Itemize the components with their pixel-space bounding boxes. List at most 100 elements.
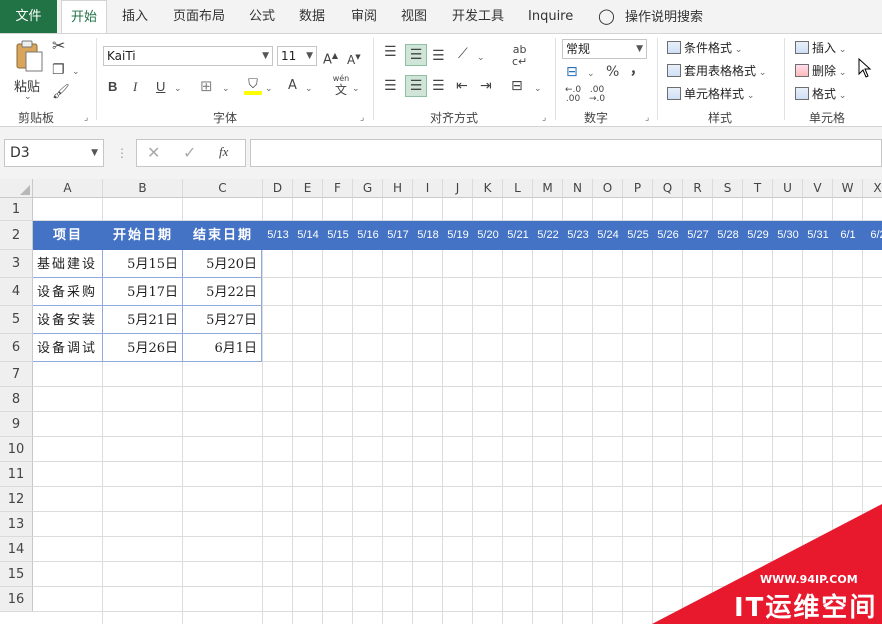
font-color-icon[interactable]: A (288, 78, 297, 94)
decrease-font-icon[interactable]: A▼ (347, 49, 361, 68)
row-header[interactable]: 15 (0, 562, 33, 587)
column-header[interactable]: K (473, 179, 503, 198)
chevron-down-icon[interactable]: ⌄ (222, 81, 230, 97)
cell-start[interactable]: 5月21日 (103, 308, 183, 333)
select-all-button[interactable] (0, 179, 33, 198)
enter-icon[interactable]: ✓ (183, 143, 196, 162)
row-header[interactable]: 4 (0, 278, 33, 306)
date-header-cell[interactable]: 5/23 (563, 221, 593, 250)
row-header[interactable]: 13 (0, 512, 33, 537)
align-top-icon[interactable]: ☰ (384, 44, 397, 60)
cell-end[interactable]: 6月1日 (183, 336, 262, 361)
format-painter-icon[interactable]: 🖌 (52, 84, 70, 100)
row-header[interactable]: 5 (0, 306, 33, 334)
cell-end[interactable]: 5月27日 (183, 308, 262, 333)
name-box[interactable]: D3 ▼ (4, 139, 104, 167)
column-header[interactable]: H (383, 179, 413, 198)
date-header-cell[interactable]: 5/26 (653, 221, 683, 250)
row-header[interactable]: 1 (0, 198, 33, 221)
tab-view[interactable]: 视图 (401, 0, 427, 33)
merge-center-icon[interactable]: ⊟ (511, 78, 523, 94)
date-header-cell[interactable]: 5/13 (263, 221, 293, 250)
column-header[interactable]: V (803, 179, 833, 198)
conditional-format-button[interactable]: 条件格式 ⌄ (667, 39, 742, 59)
column-header[interactable]: E (293, 179, 323, 198)
chevron-down-icon[interactable]: ⌄ (305, 81, 313, 97)
column-header[interactable]: J (443, 179, 473, 198)
phonetic-icon[interactable]: wén 文 (330, 74, 352, 97)
cancel-icon[interactable]: ✕ (147, 143, 160, 162)
column-header[interactable]: L (503, 179, 533, 198)
chevron-down-icon[interactable]: ⌄ (265, 81, 273, 97)
increase-decimal-icon[interactable]: ←.0.00 (565, 86, 581, 104)
date-header-cell[interactable]: 5/16 (353, 221, 383, 250)
orientation-icon[interactable]: ⟋ (458, 46, 468, 62)
column-header[interactable]: O (593, 179, 623, 198)
cell-item[interactable]: 设备安装 (33, 308, 103, 333)
bold-button[interactable]: B (108, 79, 117, 95)
column-header[interactable]: G (353, 179, 383, 198)
insert-function-button[interactable]: fx (219, 144, 228, 160)
date-header-cell[interactable]: 5/14 (293, 221, 323, 250)
header-item[interactable]: 项目 (33, 221, 103, 250)
italic-button[interactable]: I (133, 79, 137, 95)
date-header-cell[interactable]: 5/30 (773, 221, 803, 250)
decrease-decimal-icon[interactable]: .00 →.0 (589, 86, 605, 104)
chevron-down-icon[interactable]: ⌄ (72, 64, 80, 80)
align-left-icon[interactable]: ☰ (384, 78, 397, 94)
cell-end[interactable]: 5月20日 (183, 252, 262, 277)
column-header[interactable]: D (263, 179, 293, 198)
align-middle-icon[interactable]: ☰ (405, 44, 427, 66)
cut-icon[interactable]: ✂ (52, 38, 65, 54)
column-header[interactable]: U (773, 179, 803, 198)
underline-button[interactable]: U (156, 79, 165, 95)
cell-end[interactable]: 5月22日 (183, 280, 262, 305)
border-icon[interactable]: ⊞ (200, 78, 213, 94)
date-header-cell[interactable]: 5/19 (443, 221, 473, 250)
format-cells-button[interactable]: 格式 ⌄ (795, 85, 846, 105)
column-header[interactable]: B (103, 179, 183, 198)
date-header-cell[interactable]: 5/27 (683, 221, 713, 250)
row-header[interactable]: 11 (0, 462, 33, 487)
column-header[interactable]: S (713, 179, 743, 198)
column-header[interactable]: M (533, 179, 563, 198)
chevron-down-icon[interactable]: ⌄ (352, 81, 360, 97)
row-header[interactable]: 7 (0, 362, 33, 387)
dialog-launcher-icon[interactable]: ⌟ (360, 113, 364, 123)
decrease-indent-icon[interactable]: ⇤ (456, 78, 468, 94)
column-header[interactable]: I (413, 179, 443, 198)
tab-page-layout[interactable]: 页面布局 (173, 0, 225, 33)
tab-developer[interactable]: 开发工具 (452, 0, 504, 33)
worksheet-grid[interactable]: ABCDEFGHIJKLMNOPQRSTUVWX 1 2 3 4 5 6 7 8 9 10 11 12… (0, 179, 882, 624)
date-header-cell[interactable]: 5/25 (623, 221, 653, 250)
cell-item[interactable]: 设备采购 (33, 280, 103, 305)
tab-insert[interactable]: 插入 (122, 0, 148, 33)
increase-font-icon[interactable]: A▲ (323, 48, 338, 68)
column-header[interactable]: A (33, 179, 103, 198)
accounting-format-icon[interactable]: ⊟ (566, 64, 578, 80)
chevron-down-icon[interactable]: ⌄ (477, 50, 485, 66)
wrap-text-icon[interactable]: ab c↵ (512, 44, 527, 68)
font-size-combo[interactable]: 11 ▼ (277, 46, 317, 66)
delete-cells-button[interactable]: 删除 ⌄ (795, 62, 846, 82)
format-as-table-button[interactable]: 套用表格格式 ⌄ (667, 62, 766, 82)
more-options-icon[interactable]: ⋮ (116, 145, 128, 161)
fill-color-icon[interactable]: ⛉ (244, 77, 262, 95)
column-header[interactable]: P (623, 179, 653, 198)
column-header[interactable]: R (683, 179, 713, 198)
chevron-down-icon[interactable]: ⌄ (174, 81, 182, 97)
date-header-cell[interactable]: 5/18 (413, 221, 443, 250)
dialog-launcher-icon[interactable]: ⌟ (542, 113, 546, 123)
date-header-cell[interactable]: 5/24 (593, 221, 623, 250)
column-header[interactable]: W (833, 179, 863, 198)
date-header-cell[interactable]: 5/15 (323, 221, 353, 250)
cell-styles-button[interactable]: 单元格样式 ⌄ (667, 85, 754, 105)
formula-input[interactable] (250, 139, 882, 167)
dialog-launcher-icon[interactable]: ⌟ (645, 113, 649, 123)
comma-style-button[interactable]: ， (630, 62, 644, 78)
tab-file[interactable]: 文件 (0, 0, 57, 33)
column-header[interactable]: Q (653, 179, 683, 198)
chevron-down-icon[interactable]: ⌄ (587, 66, 595, 82)
column-header[interactable]: F (323, 179, 353, 198)
date-header-cell[interactable]: 5/17 (383, 221, 413, 250)
